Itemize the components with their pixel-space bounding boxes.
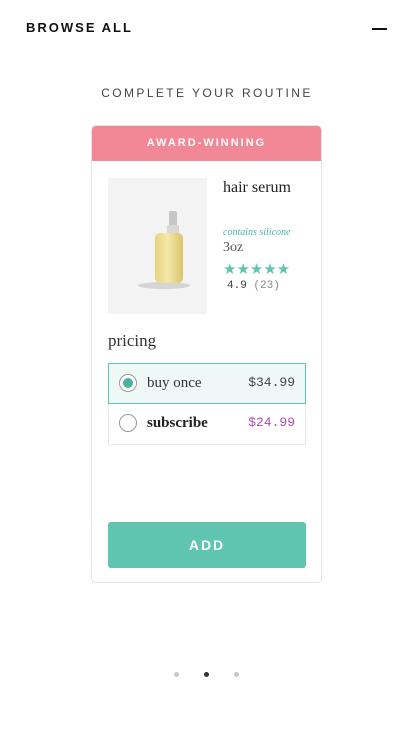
top-bar: BROWSE ALL xyxy=(26,20,388,38)
carousel-dot[interactable] xyxy=(174,672,179,677)
carousel-dot[interactable] xyxy=(234,672,239,677)
product-size: 3oz xyxy=(223,240,244,255)
subscribe-option[interactable]: subscribe $24.99 xyxy=(108,404,306,445)
option-label: buy once xyxy=(147,375,202,391)
rating-value: 4.9 xyxy=(227,280,247,292)
bottle-body xyxy=(155,233,183,283)
product-name[interactable]: hair serum xyxy=(223,176,303,200)
ingredient-note: contains silicone xyxy=(223,227,291,238)
carousel-indicator xyxy=(0,672,414,680)
pricing-label: pricing xyxy=(108,331,157,350)
rating: 4.9 (23) xyxy=(227,280,280,292)
section-title: COMPLETE YOUR ROUTINE xyxy=(101,86,313,100)
star-icon: ★★★★★ xyxy=(223,261,291,278)
radio-selected-icon[interactable] xyxy=(119,374,137,392)
bottle-shadow xyxy=(138,282,190,289)
option-price: $34.99 xyxy=(248,375,295,390)
award-badge: AWARD-WINNING xyxy=(92,126,321,161)
review-count: (23) xyxy=(253,280,280,292)
radio-unselected-icon[interactable] xyxy=(119,414,137,432)
minus-icon[interactable] xyxy=(372,20,388,38)
option-label: subscribe xyxy=(147,415,208,431)
option-price: $24.99 xyxy=(248,415,295,430)
browse-all-label[interactable]: BROWSE ALL xyxy=(26,20,133,35)
page: BROWSE ALL COMPLETE YOUR ROUTINE AWARD-W… xyxy=(0,0,414,736)
carousel-dot-active[interactable] xyxy=(204,672,209,677)
add-button[interactable]: ADD xyxy=(108,522,306,568)
buy-once-option[interactable]: buy once $34.99 xyxy=(108,363,306,404)
product-card: AWARD-WINNING hair serum contains silico… xyxy=(91,125,322,583)
product-image[interactable] xyxy=(108,178,207,314)
